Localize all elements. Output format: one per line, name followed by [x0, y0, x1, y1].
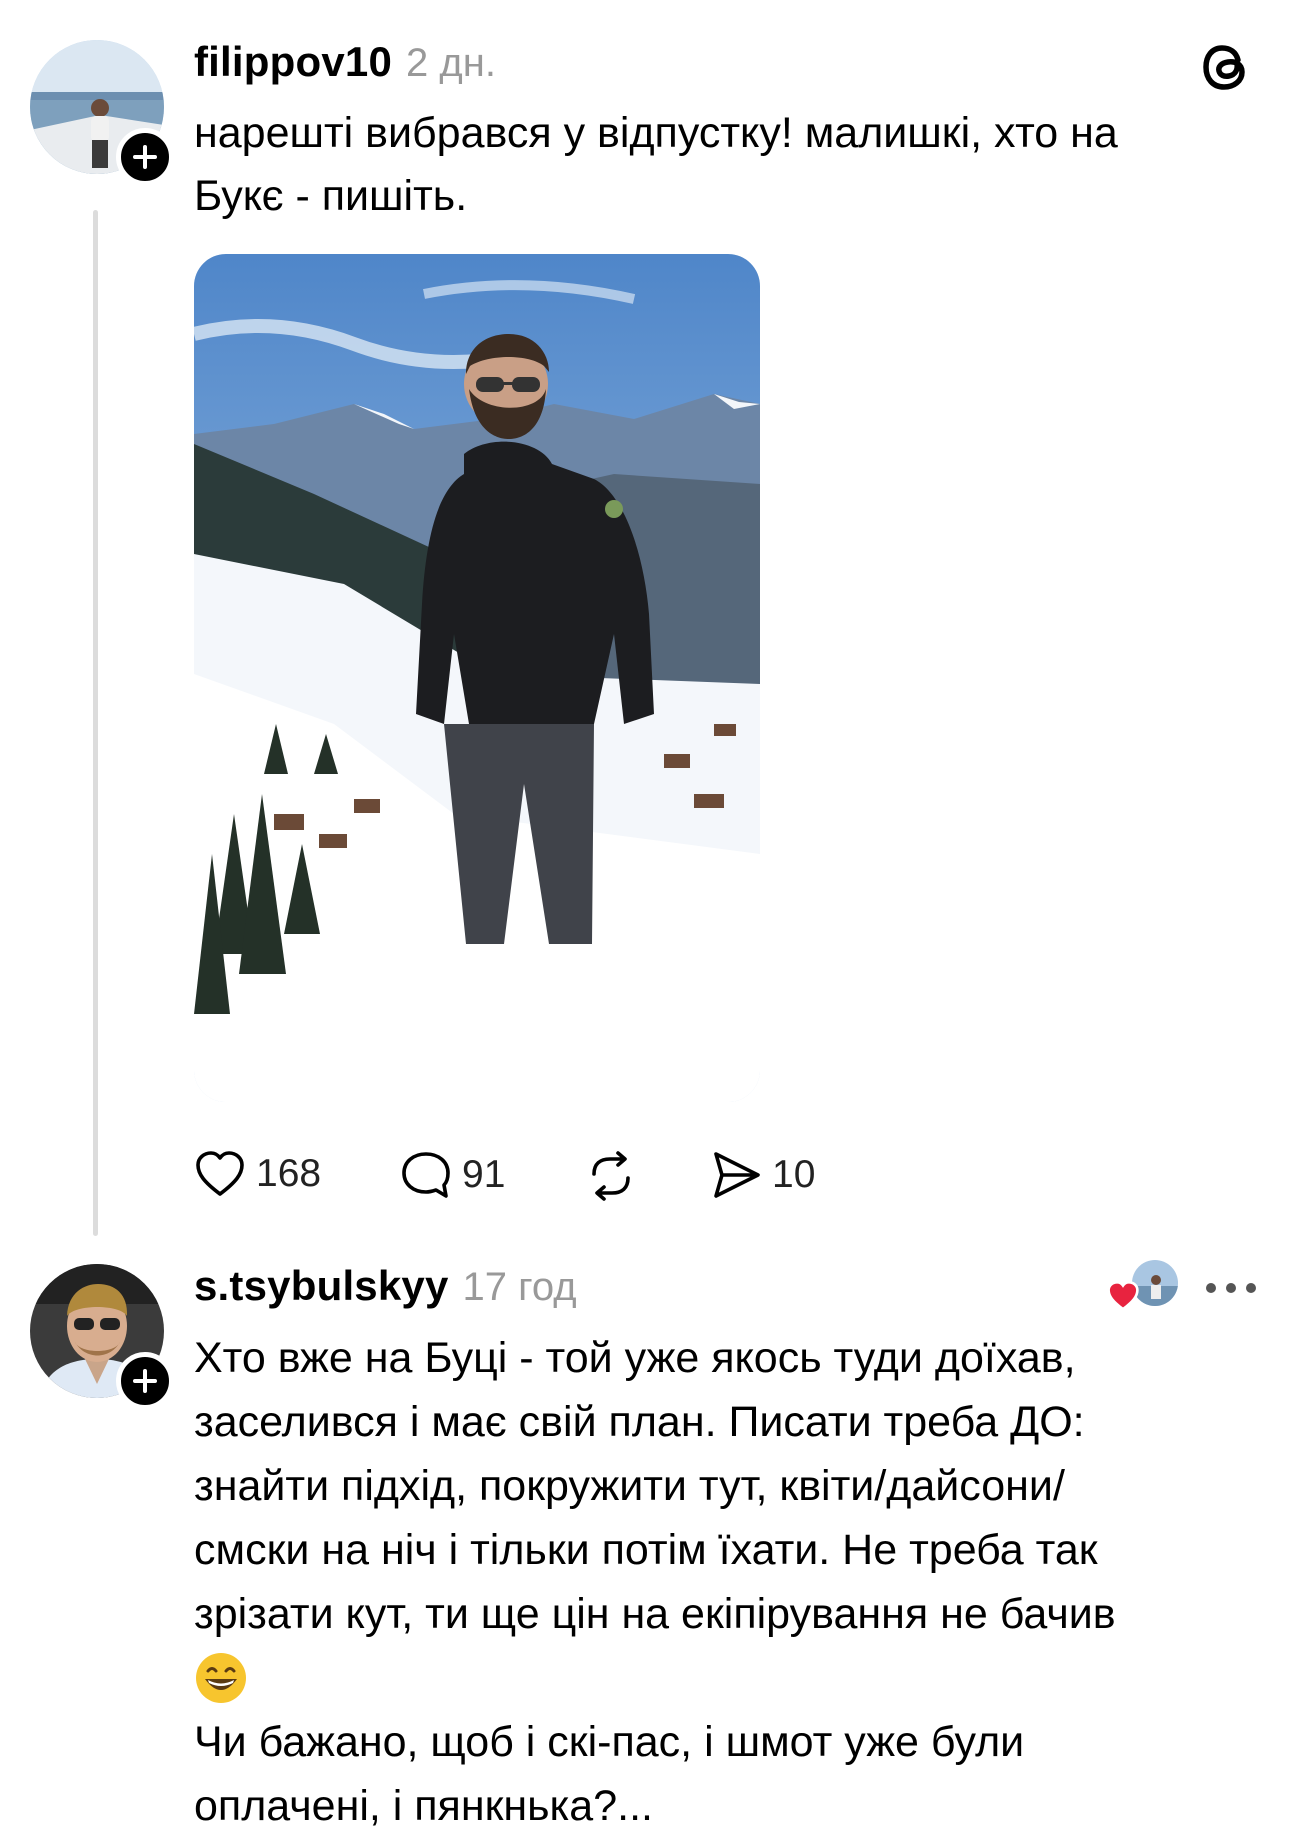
reply-line-2: заселився і має свій план. Писати треба … — [194, 1398, 1085, 1446]
likes-count: 168 — [256, 1152, 322, 1195]
grinning-face-icon — [196, 1653, 246, 1703]
more-icon-dot — [1246, 1283, 1256, 1293]
threads-logo-icon[interactable] — [1200, 38, 1254, 101]
share-icon — [714, 1152, 760, 1198]
reply-emoji — [194, 1646, 1274, 1710]
plus-icon — [133, 1369, 157, 1393]
reply-line-6: Чи бажано, щоб і скі-пас, і шмот уже бул… — [194, 1718, 1025, 1766]
shares-count: 10 — [772, 1153, 816, 1196]
like-button[interactable]: 168 — [194, 1150, 321, 1198]
more-icon — [1206, 1283, 1216, 1293]
post-text-line-1: нарешті вибрався у відпустку! малишкі, х… — [194, 109, 1118, 157]
heart-icon — [196, 1151, 244, 1196]
thread-line — [93, 210, 98, 1236]
reply-line-7: оплачені, і пянкнька?... — [194, 1782, 653, 1830]
post-text: нарешті вибрався у відпустку! малишкі, х… — [194, 102, 1254, 228]
comments-count: 91 — [462, 1153, 506, 1196]
reply-line-5: зрізати кут, ти ще цін на екіпірування н… — [194, 1590, 1116, 1638]
repost-button[interactable] — [584, 1150, 638, 1202]
reply-header: s.tsybulskyy 17 год — [194, 1262, 577, 1310]
post-photo[interactable] — [194, 254, 760, 1102]
more-options-button[interactable] — [1206, 1283, 1256, 1293]
reply-line-1: Хто вже на Буці - той уже якось туди дої… — [194, 1334, 1076, 1382]
reply-line-4: смски на ніч і тільки потім їхати. Не тр… — [194, 1526, 1098, 1574]
reply-timestamp: 17 год — [462, 1265, 577, 1309]
reply-text: Хто вже на Буці - той уже якось туди дої… — [194, 1326, 1274, 1838]
comment-button[interactable]: 91 — [400, 1150, 505, 1200]
plus-icon — [133, 145, 157, 169]
post-username[interactable]: filippov10 — [194, 38, 392, 86]
share-button[interactable]: 10 — [710, 1150, 815, 1200]
repost-icon — [592, 1151, 630, 1201]
reply-username[interactable]: s.tsybulskyy — [194, 1262, 449, 1310]
comment-icon — [402, 1152, 450, 1198]
post-header: filippov10 2 дн. — [194, 38, 496, 86]
post-timestamp: 2 дн. — [406, 41, 496, 85]
follow-plus-button[interactable] — [116, 128, 174, 186]
heart-icon — [1107, 1280, 1139, 1311]
reply-follow-plus-button[interactable] — [116, 1352, 174, 1410]
more-icon-dot — [1226, 1283, 1236, 1293]
post-text-line-2: Букє - пишіть. — [194, 172, 468, 220]
liked-by-author-indicator — [1104, 1258, 1180, 1314]
reply-line-3: знайти підхід, покружити тут, квіти/дайс… — [194, 1462, 1065, 1510]
